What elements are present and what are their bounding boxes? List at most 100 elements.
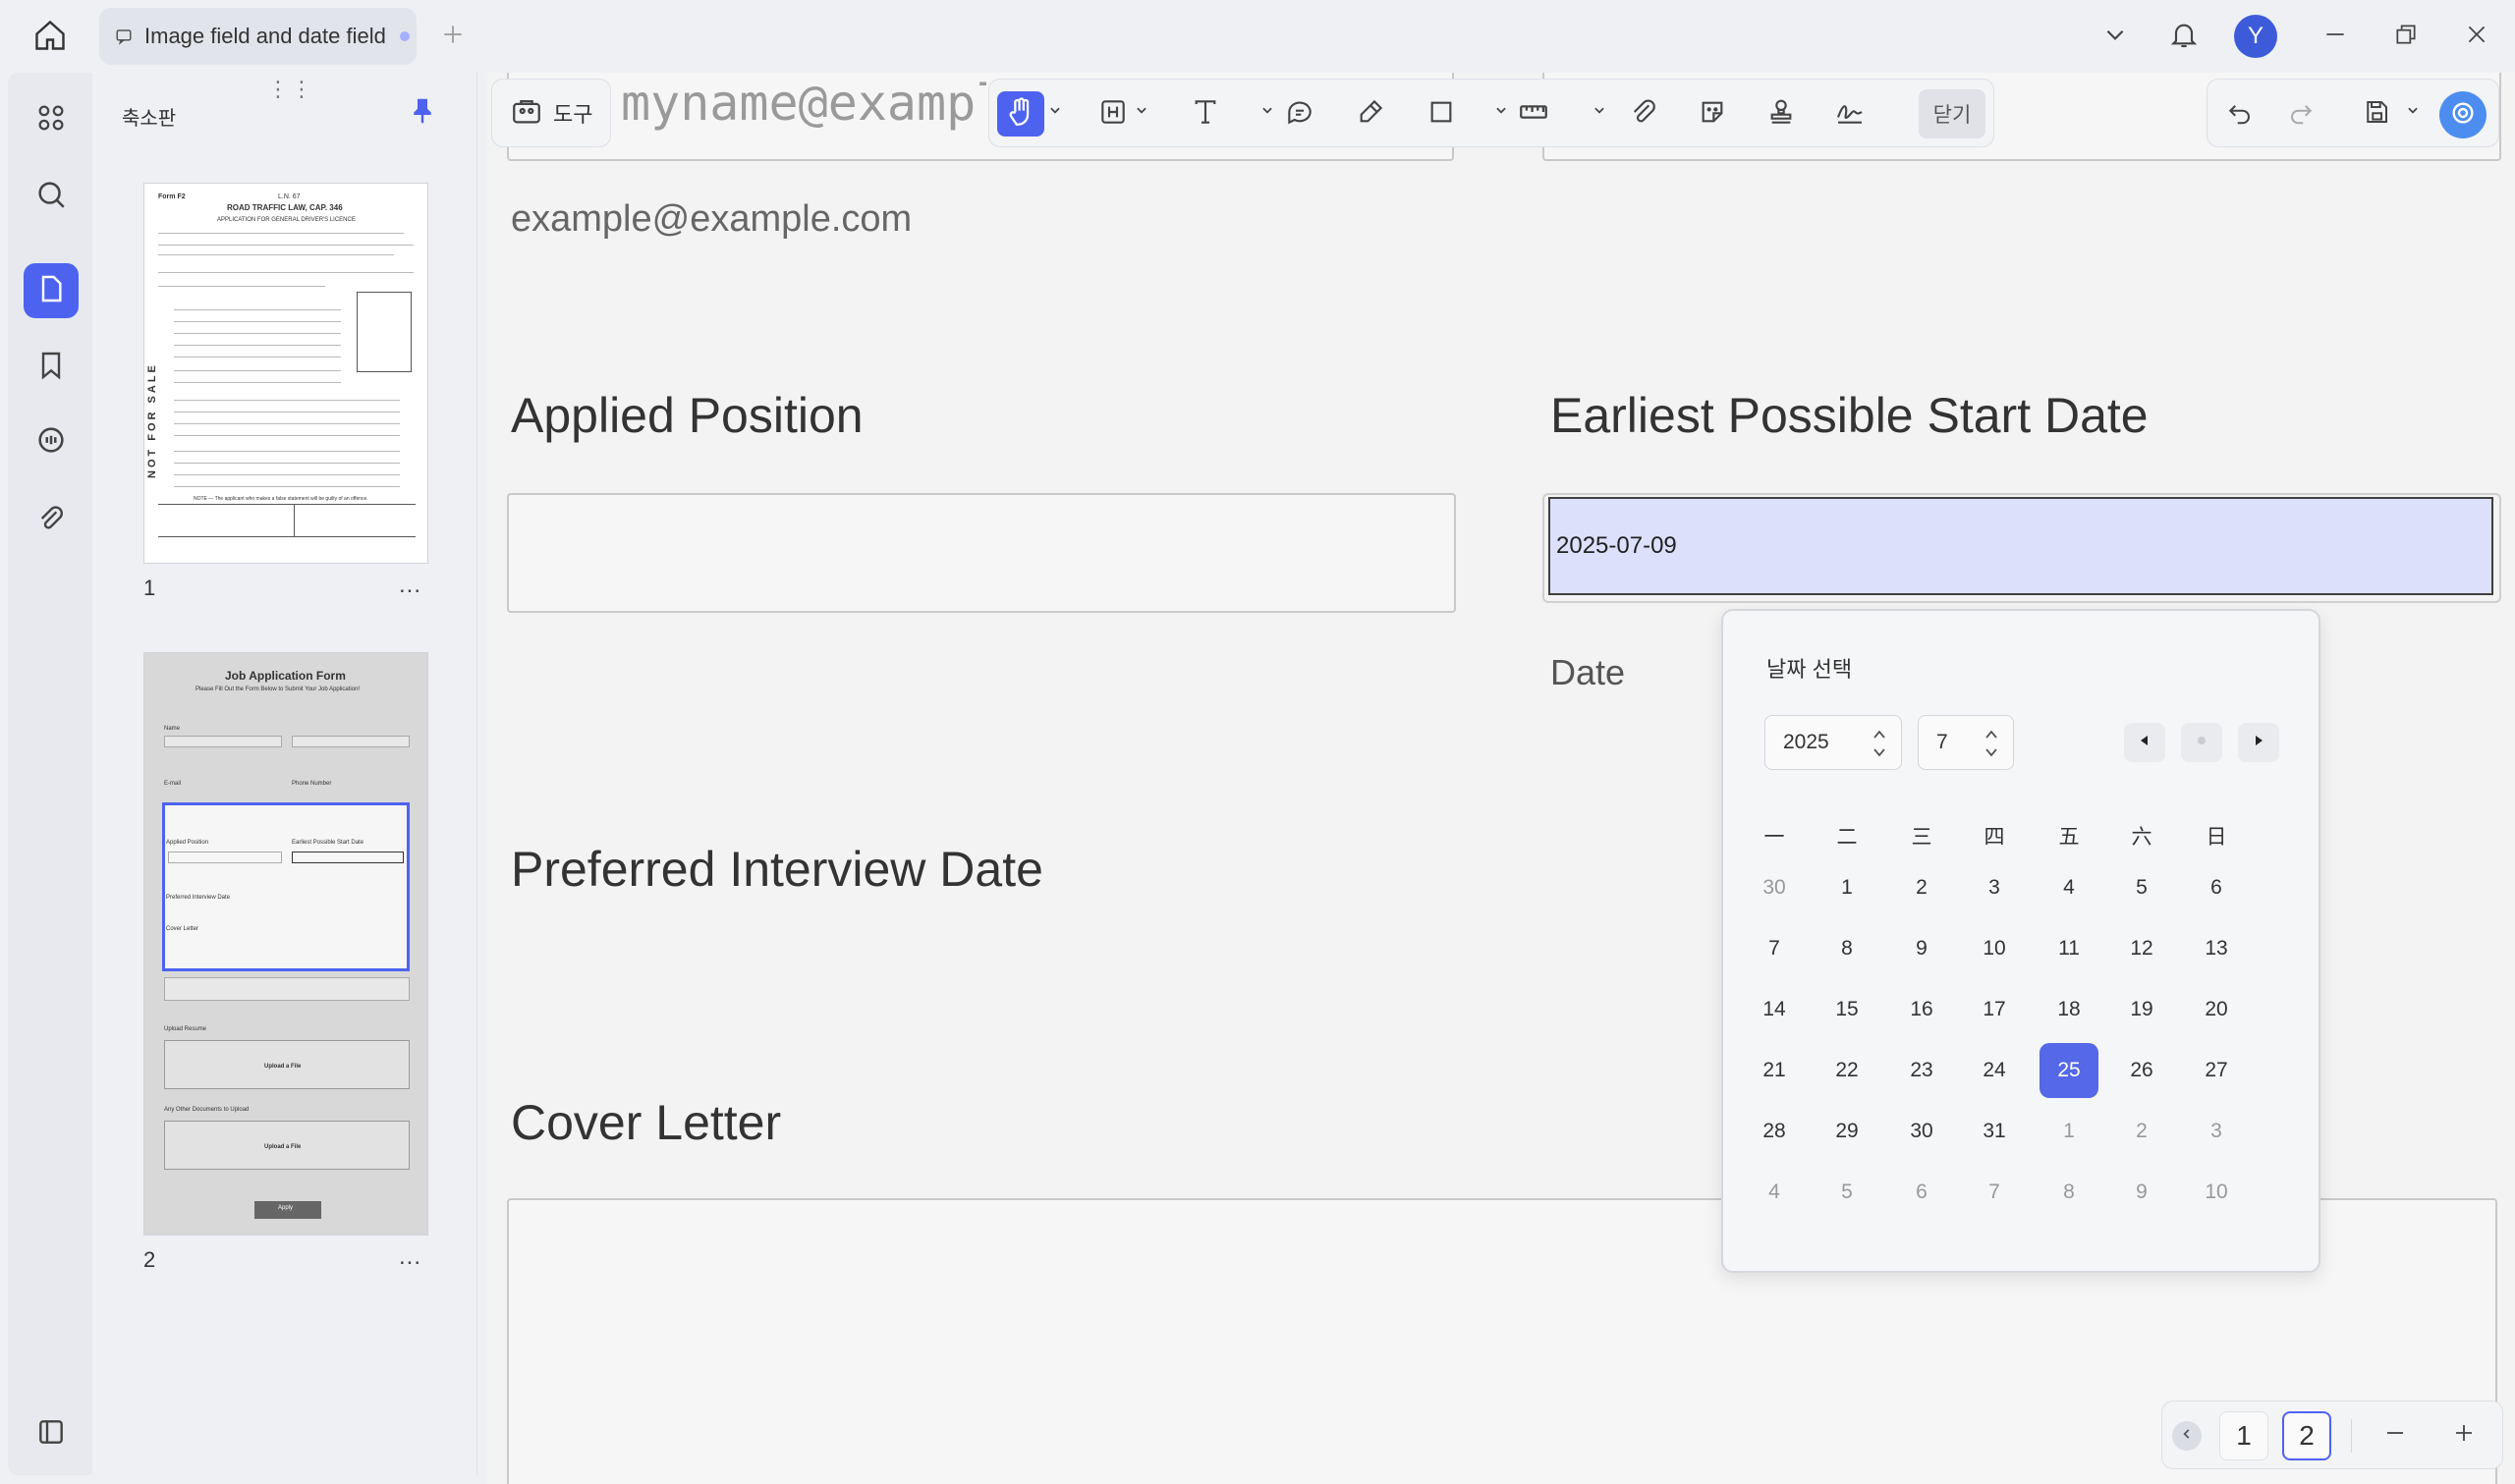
zoom-out-button[interactable]	[2371, 1411, 2420, 1460]
heading-tool-button[interactable]	[1090, 91, 1137, 137]
calendar-day[interactable]: 1	[1817, 860, 1876, 915]
today-button[interactable]	[2181, 723, 2222, 762]
page-thumbnail-2[interactable]: Job Application Form Please Fill Out the…	[143, 652, 428, 1236]
calendar-day-outside-month[interactable]: 5	[1817, 1165, 1876, 1220]
save-button[interactable]	[2353, 91, 2400, 137]
panel-toggle-button[interactable]	[24, 1406, 79, 1461]
ai-assistant-button[interactable]	[2439, 91, 2487, 138]
hand-tool-button[interactable]	[997, 91, 1044, 137]
page-2-more-button[interactable]: ...	[399, 1243, 421, 1271]
calendar-day[interactable]: 2	[1892, 860, 1951, 915]
tab-list-button[interactable]	[2095, 16, 2136, 57]
page-button-1[interactable]: 1	[2219, 1411, 2268, 1460]
calendar-day[interactable]: 14	[1745, 982, 1804, 1037]
calendar-day[interactable]: 5	[2112, 860, 2171, 915]
calendar-day[interactable]: 26	[2112, 1043, 2171, 1098]
calendar-day[interactable]: 16	[1892, 982, 1951, 1037]
calendar-day-outside-month[interactable]: 30	[1745, 860, 1804, 915]
calendar-day[interactable]: 8	[1817, 921, 1876, 976]
sticker-tool-button[interactable]	[1689, 91, 1736, 137]
year-spinner[interactable]: 2025	[1764, 715, 1902, 770]
notifications-button[interactable]	[2163, 16, 2205, 57]
text-tool-dropdown[interactable]	[1260, 105, 1274, 119]
calendar-day[interactable]: 20	[2187, 982, 2246, 1037]
calendar-day[interactable]: 21	[1745, 1043, 1804, 1098]
shape-tool-button[interactable]	[1418, 91, 1465, 137]
up-down-arrows-icon[interactable]	[1984, 726, 1999, 761]
calendar-day-outside-month[interactable]: 3	[2187, 1104, 2246, 1159]
start-date-field[interactable]: 2025-07-09	[1548, 497, 2493, 595]
calendar-day-outside-month[interactable]: 10	[2187, 1165, 2246, 1220]
up-down-arrows-icon[interactable]	[1872, 726, 1887, 761]
calendar-day[interactable]: 12	[2112, 921, 2171, 976]
measure-tool-dropdown[interactable]	[1593, 105, 1606, 119]
undo-button[interactable]	[2215, 91, 2263, 137]
calendar-day[interactable]: 10	[1965, 921, 2024, 976]
calendar-day[interactable]: 13	[2187, 921, 2246, 976]
page-button-2[interactable]: 2	[2282, 1411, 2331, 1460]
zoom-in-button[interactable]	[2439, 1411, 2488, 1460]
calendar-day[interactable]: 17	[1965, 982, 2024, 1037]
close-window-button[interactable]	[2456, 16, 2497, 57]
calendar-day-selected[interactable]: 25	[2040, 1043, 2098, 1098]
calendar-day[interactable]: 30	[1892, 1104, 1951, 1159]
page-thumbnail-1[interactable]: Form F2 L.N. 67 ROAD TRAFFIC LAW, CAP. 3…	[143, 183, 428, 564]
attach-tool-button[interactable]	[1620, 91, 1667, 137]
calendar-day[interactable]: 24	[1965, 1043, 2024, 1098]
apps-button[interactable]	[24, 92, 79, 147]
calendar-day[interactable]: 3	[1965, 860, 2024, 915]
calendar-day-outside-month[interactable]: 9	[2112, 1165, 2171, 1220]
calendar-day[interactable]: 22	[1817, 1043, 1876, 1098]
calendar-day[interactable]: 11	[2040, 921, 2098, 976]
calendar-day-outside-month[interactable]: 7	[1965, 1165, 2024, 1220]
calendar-day-outside-month[interactable]: 4	[1745, 1165, 1804, 1220]
previous-month-button[interactable]	[2124, 723, 2165, 762]
next-month-button[interactable]	[2238, 723, 2279, 762]
calendar-day-outside-month[interactable]: 1	[2040, 1104, 2098, 1159]
page-1-more-button[interactable]: ...	[399, 572, 421, 599]
calendar-day-outside-month[interactable]: 6	[1892, 1165, 1951, 1220]
calendar-day[interactable]: 31	[1965, 1104, 2024, 1159]
measure-tool-button[interactable]	[1510, 91, 1557, 137]
pin-button[interactable]	[405, 94, 440, 130]
hand-tool-dropdown[interactable]	[1048, 105, 1062, 119]
calendar-day[interactable]: 19	[2112, 982, 2171, 1037]
shape-tool-dropdown[interactable]	[1494, 105, 1508, 119]
home-button[interactable]	[29, 18, 71, 57]
calendar-day[interactable]: 4	[2040, 860, 2098, 915]
document-tab[interactable]: Image field and date field	[99, 8, 417, 65]
redo-button[interactable]	[2278, 91, 2325, 137]
highlighter-tool-button[interactable]	[1347, 91, 1394, 137]
restore-button[interactable]	[2385, 16, 2427, 57]
stamp-tool-button[interactable]	[1758, 91, 1805, 137]
save-dropdown[interactable]	[2406, 105, 2420, 119]
avatar[interactable]: Y	[2234, 15, 2277, 58]
calendar-day[interactable]: 6	[2187, 860, 2246, 915]
thumbnails-button[interactable]	[24, 263, 79, 318]
calendar-day-outside-month[interactable]: 8	[2040, 1165, 2098, 1220]
applied-position-field[interactable]	[507, 493, 1456, 613]
text-tool-button[interactable]	[1182, 91, 1229, 137]
calendar-day[interactable]: 29	[1817, 1104, 1876, 1159]
comments-button[interactable]	[24, 414, 79, 469]
calendar-day[interactable]: 28	[1745, 1104, 1804, 1159]
calendar-day[interactable]: 15	[1817, 982, 1876, 1037]
signature-tool-button[interactable]	[1826, 91, 1873, 137]
comment-tool-button[interactable]	[1276, 91, 1323, 137]
calendar-day[interactable]: 23	[1892, 1043, 1951, 1098]
tools-button[interactable]: 도구	[491, 79, 611, 147]
attachments-button[interactable]	[24, 493, 79, 548]
calendar-day[interactable]: 7	[1745, 921, 1804, 976]
bookmarks-button[interactable]	[24, 340, 79, 395]
minimize-button[interactable]	[2315, 16, 2356, 57]
calendar-day[interactable]: 9	[1892, 921, 1951, 976]
calendar-day[interactable]: 18	[2040, 982, 2098, 1037]
calendar-day-outside-month[interactable]: 2	[2112, 1104, 2171, 1159]
month-spinner[interactable]: 7	[1918, 715, 2014, 770]
search-button[interactable]	[24, 169, 79, 224]
page-nav-collapse-button[interactable]	[2172, 1421, 2202, 1451]
new-tab-button[interactable]	[436, 20, 470, 53]
calendar-day[interactable]: 27	[2187, 1043, 2246, 1098]
close-tools-button[interactable]: 닫기	[1919, 89, 1985, 138]
heading-tool-dropdown[interactable]	[1135, 105, 1148, 119]
